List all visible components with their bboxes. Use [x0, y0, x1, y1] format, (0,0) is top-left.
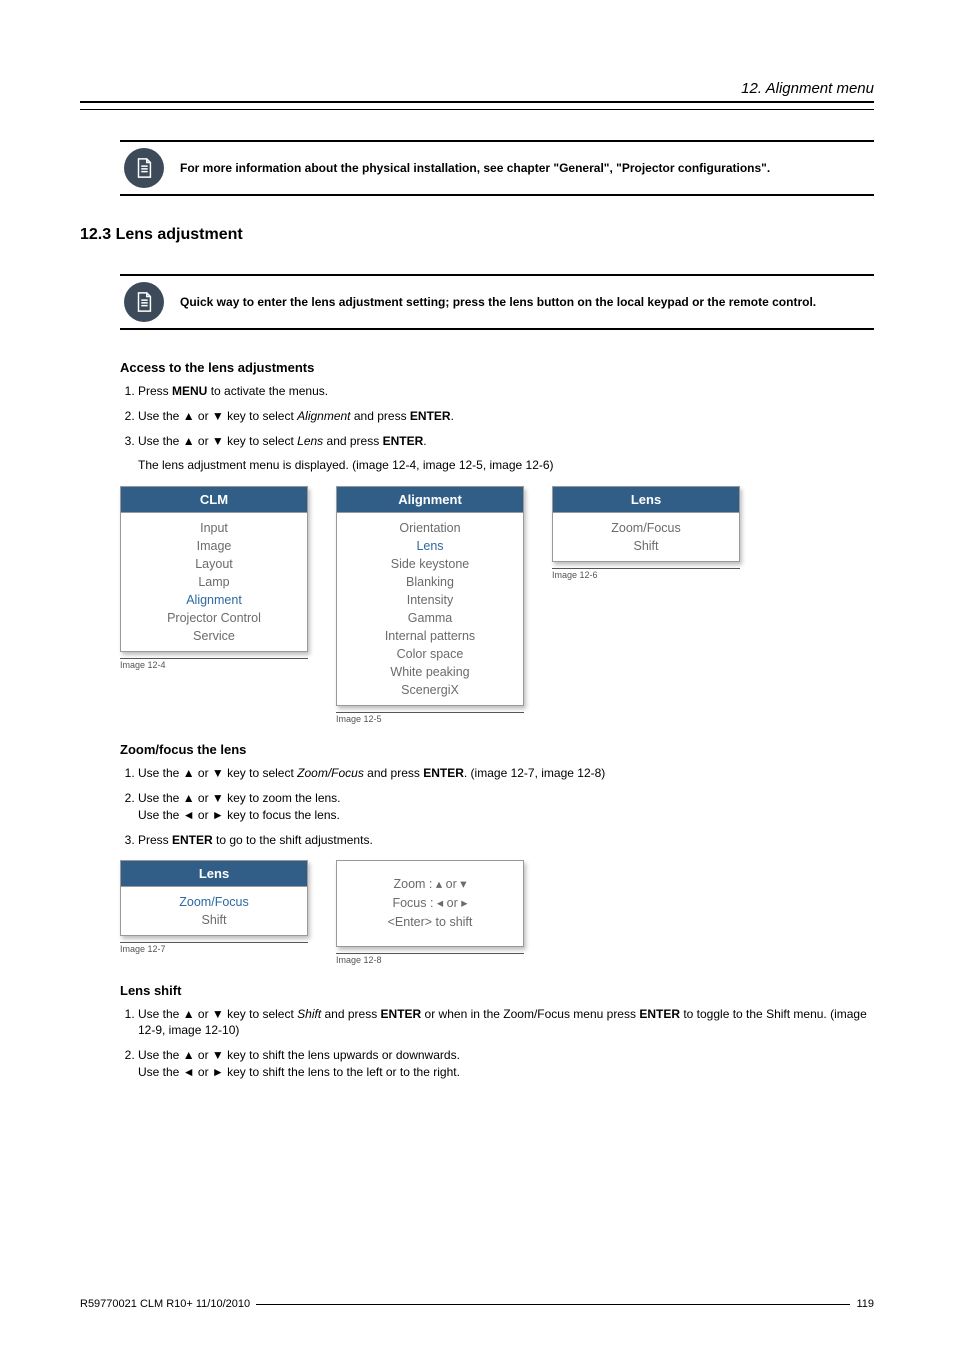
- menu-screenshots-row-2: Lens Zoom/Focus Shift Image 12-7 Zoom : …: [120, 860, 874, 964]
- info-callout-1: For more information about the physical …: [120, 140, 874, 196]
- menu-item: Projector Control: [121, 609, 307, 627]
- lens-menu: Lens Zoom/Focus Shift: [552, 486, 740, 562]
- clm-menu: CLM Input Image Layout Lamp Alignment Pr…: [120, 486, 308, 652]
- section-heading: 12.3 Lens adjustment: [80, 226, 874, 244]
- menu-item-selected: Alignment: [121, 591, 307, 609]
- access-heading: Access to the lens adjustments: [120, 360, 874, 375]
- image-label: Image 12-5: [336, 712, 524, 724]
- menu-item: Image: [121, 537, 307, 555]
- zoom-heading: Zoom/focus the lens: [120, 742, 874, 757]
- image-label: Image 12-6: [552, 568, 740, 580]
- access-steps: Press MENU to activate the menus. Use th…: [120, 383, 874, 474]
- footer-rule: [256, 1304, 850, 1305]
- step-note: The lens adjustment menu is displayed. (…: [138, 457, 874, 474]
- list-item: Use the ▲ or ▼ key to shift the lens upw…: [138, 1047, 874, 1081]
- menu-col-alignment: Alignment Orientation Lens Side keystone…: [336, 486, 524, 724]
- list-item: Use the ▲ or ▼ key to select Alignment a…: [138, 408, 874, 425]
- image-label: Image 12-4: [120, 658, 308, 670]
- zoom-focus-box: Zoom : ▴ or ▾ Focus : ◂ or ▸ <Enter> to …: [336, 860, 524, 946]
- document-icon: [124, 282, 164, 322]
- menu-item: Side keystone: [337, 555, 523, 573]
- shift-heading: Lens shift: [120, 983, 874, 998]
- list-item: Use the ▲ or ▼ key to select Zoom/Focus …: [138, 765, 874, 782]
- image-label: Image 12-7: [120, 942, 308, 954]
- menu-item: Internal patterns: [337, 627, 523, 645]
- menu-item: Blanking: [337, 573, 523, 591]
- menu-item: Intensity: [337, 591, 523, 609]
- list-item: Press MENU to activate the menus.: [138, 383, 874, 400]
- menu-item: Input: [121, 519, 307, 537]
- zoom-content: Zoom : ▴ or ▾ Focus : ◂ or ▸ <Enter> to …: [337, 861, 523, 945]
- shift-steps: Use the ▲ or ▼ key to select Shift and p…: [120, 1006, 874, 1081]
- callout-2-text: Quick way to enter the lens adjustment s…: [180, 295, 816, 309]
- menu-item: Color space: [337, 645, 523, 663]
- list-item: Press ENTER to go to the shift adjustmen…: [138, 832, 874, 849]
- menu-item: Orientation: [337, 519, 523, 537]
- menu-title: Alignment: [337, 487, 523, 513]
- menu-item: Service: [121, 627, 307, 645]
- header-rule-thick: [80, 101, 874, 103]
- menu-item-selected: Zoom/Focus: [121, 893, 307, 911]
- list-item: Use the ▲ or ▼ key to zoom the lens.Use …: [138, 790, 874, 824]
- menu-item: Shift: [553, 537, 739, 555]
- menu-title: Lens: [553, 487, 739, 513]
- image-label: Image 12-8: [336, 953, 524, 965]
- menu-item: White peaking: [337, 663, 523, 681]
- list-item: Use the ▲ or ▼ key to select Lens and pr…: [138, 433, 874, 475]
- menu-item: ScenergiX: [337, 681, 523, 699]
- alignment-menu: Alignment Orientation Lens Side keystone…: [336, 486, 524, 706]
- page: 12. Alignment menu For more information …: [0, 0, 954, 1350]
- menu-col-clm: CLM Input Image Layout Lamp Alignment Pr…: [120, 486, 308, 670]
- header-rule-thin: [80, 109, 874, 110]
- menu-title: CLM: [121, 487, 307, 513]
- menu-screenshots-row-1: CLM Input Image Layout Lamp Alignment Pr…: [120, 486, 874, 724]
- menu-col-zoombox: Zoom : ▴ or ▾ Focus : ◂ or ▸ <Enter> to …: [336, 860, 524, 964]
- footer-left: R59770021 CLM R10+ 11/10/2010: [80, 1298, 250, 1310]
- menu-item: Layout: [121, 555, 307, 573]
- page-footer: R59770021 CLM R10+ 11/10/2010 119: [80, 1298, 874, 1310]
- chapter-title: 12. Alignment menu: [80, 80, 874, 97]
- menu-item: Gamma: [337, 609, 523, 627]
- menu-title: Lens: [121, 861, 307, 887]
- menu-item-selected: Lens: [337, 537, 523, 555]
- menu-item: Shift: [121, 911, 307, 929]
- menu-col-lens: Lens Zoom/Focus Shift Image 12-6: [552, 486, 740, 580]
- document-icon: [124, 148, 164, 188]
- menu-item: Lamp: [121, 573, 307, 591]
- lens-menu-2: Lens Zoom/Focus Shift: [120, 860, 308, 936]
- info-callout-2: Quick way to enter the lens adjustment s…: [120, 274, 874, 330]
- footer-page-number: 119: [856, 1298, 874, 1310]
- menu-item: Zoom/Focus: [553, 519, 739, 537]
- list-item: Use the ▲ or ▼ key to select Shift and p…: [138, 1006, 874, 1040]
- menu-col-lens2: Lens Zoom/Focus Shift Image 12-7: [120, 860, 308, 954]
- zoom-steps: Use the ▲ or ▼ key to select Zoom/Focus …: [120, 765, 874, 848]
- callout-1-text: For more information about the physical …: [180, 161, 770, 175]
